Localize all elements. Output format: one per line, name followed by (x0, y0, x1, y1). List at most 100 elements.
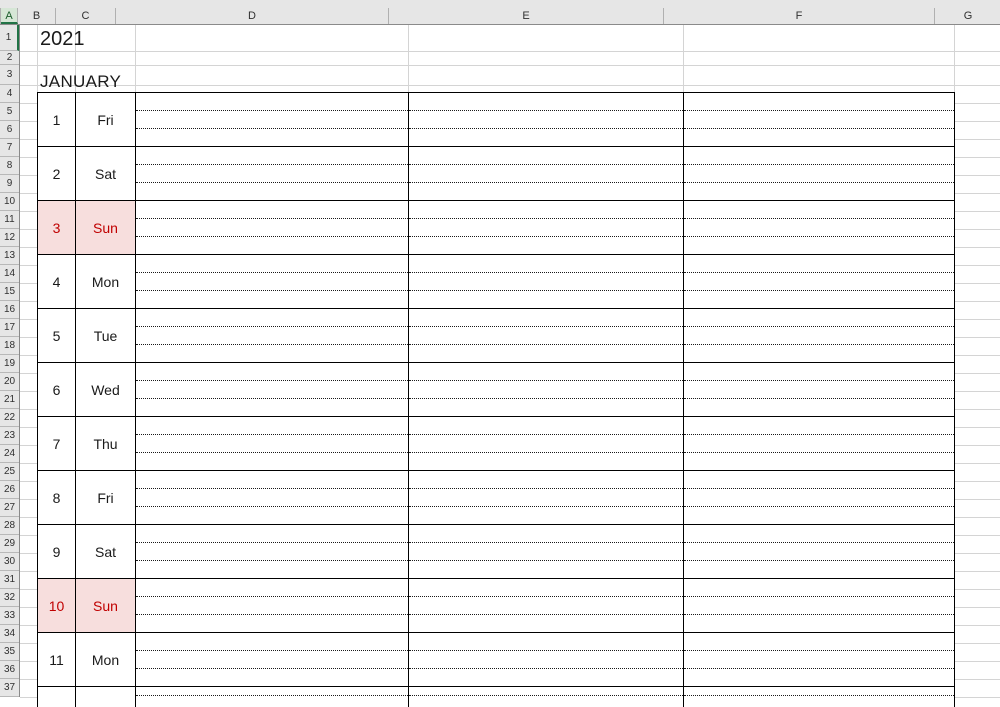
row-header-13[interactable]: 13 (0, 247, 19, 265)
note-cell-f[interactable] (683, 524, 955, 579)
row-header-9[interactable]: 9 (0, 175, 19, 193)
column-header-a[interactable]: A (1, 8, 18, 24)
row-header-21[interactable]: 21 (0, 391, 19, 409)
column-header-e[interactable]: E (389, 8, 664, 24)
row-header-7[interactable]: 7 (0, 139, 19, 157)
row-header-35[interactable]: 35 (0, 643, 19, 661)
note-cell-d[interactable] (135, 146, 409, 201)
day-name-cell[interactable]: Sat (75, 146, 136, 201)
row-header-22[interactable]: 22 (0, 409, 19, 427)
row-header-12[interactable]: 12 (0, 229, 19, 247)
row-header-34[interactable]: 34 (0, 625, 19, 643)
row-header-33[interactable]: 33 (0, 607, 19, 625)
row-header-14[interactable]: 14 (0, 265, 19, 283)
day-number-cell[interactable]: 11 (37, 632, 76, 687)
row-header-17[interactable]: 17 (0, 319, 19, 337)
note-cell-d[interactable] (135, 470, 409, 525)
column-header-d[interactable]: D (116, 8, 389, 24)
row-header-24[interactable]: 24 (0, 445, 19, 463)
day-number-cell[interactable]: 8 (37, 470, 76, 525)
row-header-28[interactable]: 28 (0, 517, 19, 535)
note-cell-e[interactable] (408, 632, 684, 687)
note-cell-f[interactable] (683, 254, 955, 309)
row-header-3[interactable]: 3 (0, 65, 19, 85)
note-cell-f[interactable] (683, 146, 955, 201)
note-cell-e[interactable] (408, 416, 684, 471)
note-cell-f[interactable] (683, 308, 955, 363)
note-cell-e[interactable] (408, 524, 684, 579)
note-cell-d[interactable] (135, 92, 409, 147)
note-cell-f[interactable] (683, 92, 955, 147)
day-number-cell[interactable]: 5 (37, 308, 76, 363)
row-header-16[interactable]: 16 (0, 301, 19, 319)
note-cell-d[interactable] (135, 254, 409, 309)
row-header-10[interactable]: 10 (0, 193, 19, 211)
note-cell-f[interactable] (683, 362, 955, 417)
day-name-cell[interactable]: Thu (75, 416, 136, 471)
row-header-26[interactable]: 26 (0, 481, 19, 499)
note-cell-f[interactable] (683, 686, 955, 707)
note-cell-e[interactable] (408, 146, 684, 201)
note-cell-f[interactable] (683, 416, 955, 471)
note-cell-f[interactable] (683, 200, 955, 255)
day-number-cell[interactable]: 3 (37, 200, 76, 255)
row-header-20[interactable]: 20 (0, 373, 19, 391)
row-header-37[interactable]: 37 (0, 679, 19, 697)
day-name-cell[interactable]: Fri (75, 470, 136, 525)
day-name-cell[interactable]: Mon (75, 632, 136, 687)
row-header-2[interactable]: 2 (0, 51, 19, 65)
row-header-29[interactable]: 29 (0, 535, 19, 553)
row-header-25[interactable]: 25 (0, 463, 19, 481)
select-all-corner[interactable] (0, 8, 1, 24)
row-header-8[interactable]: 8 (0, 157, 19, 175)
row-header-15[interactable]: 15 (0, 283, 19, 301)
day-name-cell[interactable]: Mon (75, 254, 136, 309)
note-cell-f[interactable] (683, 632, 955, 687)
day-number-cell[interactable]: 6 (37, 362, 76, 417)
note-cell-f[interactable] (683, 470, 955, 525)
day-name-cell[interactable]: Sat (75, 524, 136, 579)
row-header-5[interactable]: 5 (0, 103, 19, 121)
note-cell-e[interactable] (408, 362, 684, 417)
note-cell-d[interactable] (135, 632, 409, 687)
day-number-cell[interactable]: 4 (37, 254, 76, 309)
day-name-cell[interactable]: Wed (75, 362, 136, 417)
note-cell-f[interactable] (683, 578, 955, 633)
note-cell-d[interactable] (135, 416, 409, 471)
column-header-f[interactable]: F (664, 8, 935, 24)
day-number-cell[interactable]: 9 (37, 524, 76, 579)
day-name-cell[interactable] (75, 686, 136, 707)
row-header-11[interactable]: 11 (0, 211, 19, 229)
note-cell-d[interactable] (135, 524, 409, 579)
row-header-1[interactable]: 1 (0, 25, 19, 51)
note-cell-d[interactable] (135, 578, 409, 633)
row-header-23[interactable]: 23 (0, 427, 19, 445)
row-header-6[interactable]: 6 (0, 121, 19, 139)
note-cell-d[interactable] (135, 686, 409, 707)
day-name-cell[interactable]: Fri (75, 92, 136, 147)
note-cell-e[interactable] (408, 92, 684, 147)
row-header-4[interactable]: 4 (0, 85, 19, 103)
note-cell-e[interactable] (408, 686, 684, 707)
day-name-cell[interactable]: Sun (75, 578, 136, 633)
note-cell-e[interactable] (408, 470, 684, 525)
row-header-27[interactable]: 27 (0, 499, 19, 517)
day-name-cell[interactable]: Sun (75, 200, 136, 255)
note-cell-d[interactable] (135, 200, 409, 255)
note-cell-e[interactable] (408, 254, 684, 309)
column-header-g[interactable]: G (935, 8, 1000, 24)
row-header-19[interactable]: 19 (0, 355, 19, 373)
note-cell-e[interactable] (408, 308, 684, 363)
day-number-cell[interactable] (37, 686, 76, 707)
note-cell-e[interactable] (408, 578, 684, 633)
column-header-b[interactable]: B (18, 8, 56, 24)
sheet-grid[interactable]: 2021 JANUARY 1 Fri 2 Sat 3 Sun 4 Mon 5 Tue 6 Wed 7 Th… (20, 25, 1000, 707)
note-cell-d[interactable] (135, 308, 409, 363)
day-name-cell[interactable]: Tue (75, 308, 136, 363)
column-header-c[interactable]: C (56, 8, 116, 24)
row-header-18[interactable]: 18 (0, 337, 19, 355)
row-header-32[interactable]: 32 (0, 589, 19, 607)
day-number-cell[interactable]: 2 (37, 146, 76, 201)
note-cell-e[interactable] (408, 200, 684, 255)
row-header-30[interactable]: 30 (0, 553, 19, 571)
